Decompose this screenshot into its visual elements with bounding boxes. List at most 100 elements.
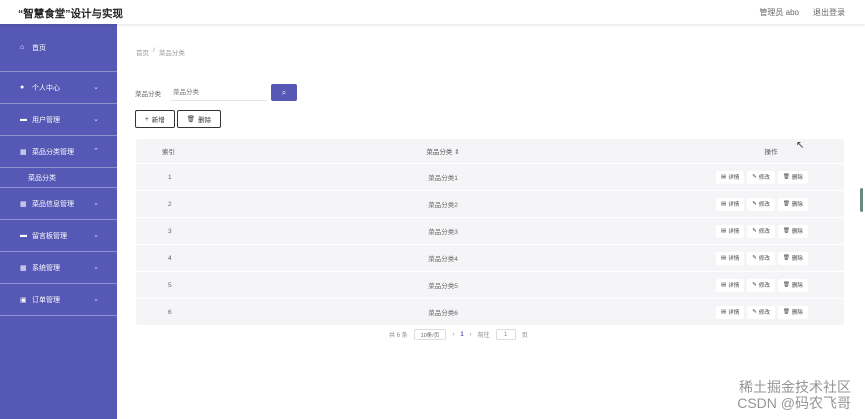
edit-button[interactable]: ✎ 修改 bbox=[747, 251, 775, 265]
row-actions: ▤ 详情 ✎ 修改 🗑 删除 bbox=[698, 278, 844, 292]
detail-button[interactable]: ▤ 详情 bbox=[716, 278, 745, 292]
detail-button[interactable]: ▤ 详情 bbox=[716, 197, 745, 211]
table-header: 索引 菜品分类 ⇕ 操作 bbox=[136, 139, 844, 163]
row-category: 菜品分类6 bbox=[428, 310, 458, 317]
detail-label: 详情 bbox=[728, 256, 740, 262]
row-delete-button[interactable]: 🗑 删除 bbox=[777, 197, 808, 211]
breadcrumb-home[interactable]: 首页 bbox=[136, 47, 149, 57]
sidebar-item-profile[interactable]: ● 个人中心 ⌄ bbox=[0, 72, 117, 104]
edit-button[interactable]: ✎ 修改 bbox=[747, 170, 775, 184]
header-category[interactable]: 菜品分类 ⇕ bbox=[188, 146, 698, 156]
trash-icon: 🗑 bbox=[782, 255, 790, 261]
row-index: 5 bbox=[168, 281, 172, 289]
current-page[interactable]: 1 bbox=[460, 332, 463, 338]
pencil-icon: ✎ bbox=[752, 228, 757, 234]
page-size-select[interactable]: 10条/页 bbox=[413, 329, 447, 340]
delete-button[interactable]: 🗑 删除 bbox=[176, 110, 222, 128]
grid-icon: ▦ bbox=[20, 148, 27, 156]
sidebar-item-system[interactable]: ▦ 系统管理 ⌄ bbox=[0, 252, 117, 284]
main-content: 首页 / 菜品分类 菜品分类 ⌕ + 新增 🗑 删除 索引 菜品分类 ⇕ 操作 … bbox=[117, 24, 865, 419]
detail-button[interactable]: ▤ 详情 bbox=[716, 251, 745, 265]
document-icon: ▤ bbox=[721, 309, 727, 315]
pencil-icon: ✎ bbox=[752, 255, 757, 261]
detail-label: 详情 bbox=[728, 202, 740, 208]
sidebar-item-label: 菜品分类管理 bbox=[32, 148, 74, 156]
sidebar-subitem-category[interactable]: 菜品分类 bbox=[0, 168, 117, 188]
edit-button[interactable]: ✎ 修改 bbox=[747, 305, 775, 319]
edit-button[interactable]: ✎ 修改 bbox=[747, 224, 775, 238]
sidebar-item-message-board[interactable]: ▬ 留言板管理 ⌄ bbox=[0, 220, 117, 252]
table-row[interactable]: 4 菜品分类4 ▤ 详情 ✎ 修改 🗑 删除 bbox=[136, 244, 844, 271]
add-button[interactable]: + 新增 bbox=[135, 110, 175, 128]
chevron-up-icon: ⌃ bbox=[93, 148, 99, 155]
search-button[interactable]: ⌕ bbox=[271, 84, 297, 101]
trash-icon: 🗑 bbox=[186, 116, 196, 123]
delete-button-label: 删除 bbox=[198, 117, 212, 124]
row-delete-button[interactable]: 🗑 删除 bbox=[777, 170, 808, 184]
edit-label: 修改 bbox=[758, 229, 770, 235]
search-input[interactable] bbox=[171, 84, 267, 101]
goto-input[interactable]: 1 bbox=[495, 329, 516, 340]
search-icon: ⌕ bbox=[281, 87, 287, 97]
sidebar-item-users[interactable]: ▬ 用户管理 ⌄ bbox=[0, 104, 117, 136]
header-index: 索引 bbox=[162, 149, 175, 156]
sidebar-item-label: 用户管理 bbox=[32, 116, 60, 124]
grid-icon: ▦ bbox=[20, 264, 27, 272]
table-row[interactable]: 2 菜品分类2 ▤ 详情 ✎ 修改 🗑 删除 bbox=[136, 190, 844, 217]
chevron-down-icon: ⌄ bbox=[93, 116, 99, 123]
header-actions: 操作 bbox=[764, 149, 778, 156]
top-bar: “智慧食堂”设计与实现 管理员 abo 退出登录 bbox=[0, 0, 865, 24]
delete-label: 删除 bbox=[791, 175, 803, 181]
row-index: 4 bbox=[168, 254, 172, 262]
detail-label: 详情 bbox=[728, 175, 740, 181]
sidebar-item-orders[interactable]: ▣ 订单管理 ⌄ bbox=[0, 284, 117, 316]
row-delete-button[interactable]: 🗑 删除 bbox=[777, 224, 808, 238]
pencil-icon: ✎ bbox=[752, 174, 757, 180]
table-row[interactable]: 1 菜品分类1 ▤ 详情 ✎ 修改 🗑 删除 bbox=[136, 163, 844, 190]
table-row[interactable]: 5 菜品分类5 ▤ 详情 ✎ 修改 🗑 删除 bbox=[136, 271, 844, 298]
prev-page-button[interactable]: ‹ bbox=[452, 332, 454, 338]
row-category: 菜品分类2 bbox=[428, 202, 458, 209]
logout-link[interactable]: 退出登录 bbox=[813, 7, 845, 18]
row-delete-button[interactable]: 🗑 删除 bbox=[777, 251, 808, 265]
detail-button[interactable]: ▤ 详情 bbox=[716, 224, 745, 238]
category-table: 索引 菜品分类 ⇕ 操作 1 菜品分类1 ▤ 详情 ✎ 修改 🗑 删除 2 菜品分类2 ▤ 详情 ✎ 修改… bbox=[136, 139, 844, 325]
detail-button[interactable]: ▤ 详情 bbox=[716, 170, 745, 184]
card-icon: ▬ bbox=[20, 232, 27, 239]
edit-button[interactable]: ✎ 修改 bbox=[747, 278, 775, 292]
detail-label: 详情 bbox=[728, 229, 740, 235]
sidebar-item-category-mgmt[interactable]: ▦ 菜品分类管理 ⌃ bbox=[0, 136, 117, 168]
pencil-icon: ✎ bbox=[752, 282, 757, 288]
plus-icon: + bbox=[145, 115, 149, 123]
document-icon: ▤ bbox=[721, 282, 727, 288]
home-icon: ⌂ bbox=[20, 44, 25, 51]
sidebar-item-home[interactable]: ⌂ 首页 bbox=[0, 24, 117, 72]
mouse-cursor-icon: ↖ bbox=[796, 140, 805, 151]
chevron-down-icon: ⌄ bbox=[93, 264, 99, 271]
trash-icon: 🗑 bbox=[782, 309, 790, 315]
next-page-button[interactable]: › bbox=[470, 332, 472, 338]
user-icon: ● bbox=[20, 84, 25, 91]
sidebar-item-label: 菜品信息管理 bbox=[32, 200, 74, 208]
row-delete-button[interactable]: 🗑 删除 bbox=[777, 278, 808, 292]
row-delete-button[interactable]: 🗑 删除 bbox=[777, 305, 808, 319]
trash-icon: 🗑 bbox=[782, 228, 790, 234]
document-icon: ▤ bbox=[721, 201, 727, 207]
row-index: 3 bbox=[168, 227, 172, 235]
sidebar-item-label: 系统管理 bbox=[32, 264, 60, 272]
row-index: 2 bbox=[168, 200, 172, 208]
toolbar: + 新增 🗑 删除 bbox=[135, 110, 222, 128]
row-actions: ▤ 详情 ✎ 修改 🗑 删除 bbox=[698, 170, 844, 184]
trash-icon: 🗑 bbox=[782, 201, 790, 207]
document-icon: ▤ bbox=[721, 228, 727, 234]
chevron-down-icon: ⌄ bbox=[93, 296, 99, 303]
sidebar-item-dish-mgmt[interactable]: ▦ 菜品信息管理 ⌄ bbox=[0, 188, 117, 220]
delete-label: 删除 bbox=[791, 283, 803, 289]
user-label: 管理员 abo bbox=[759, 8, 799, 17]
folder-icon: ▬ bbox=[20, 116, 27, 123]
table-row[interactable]: 6 菜品分类6 ▤ 详情 ✎ 修改 🗑 删除 bbox=[136, 298, 844, 325]
table-row[interactable]: 3 菜品分类3 ▤ 详情 ✎ 修改 🗑 删除 bbox=[136, 217, 844, 244]
scrollbar[interactable] bbox=[860, 188, 863, 212]
detail-button[interactable]: ▤ 详情 bbox=[716, 305, 745, 319]
edit-button[interactable]: ✎ 修改 bbox=[747, 197, 775, 211]
